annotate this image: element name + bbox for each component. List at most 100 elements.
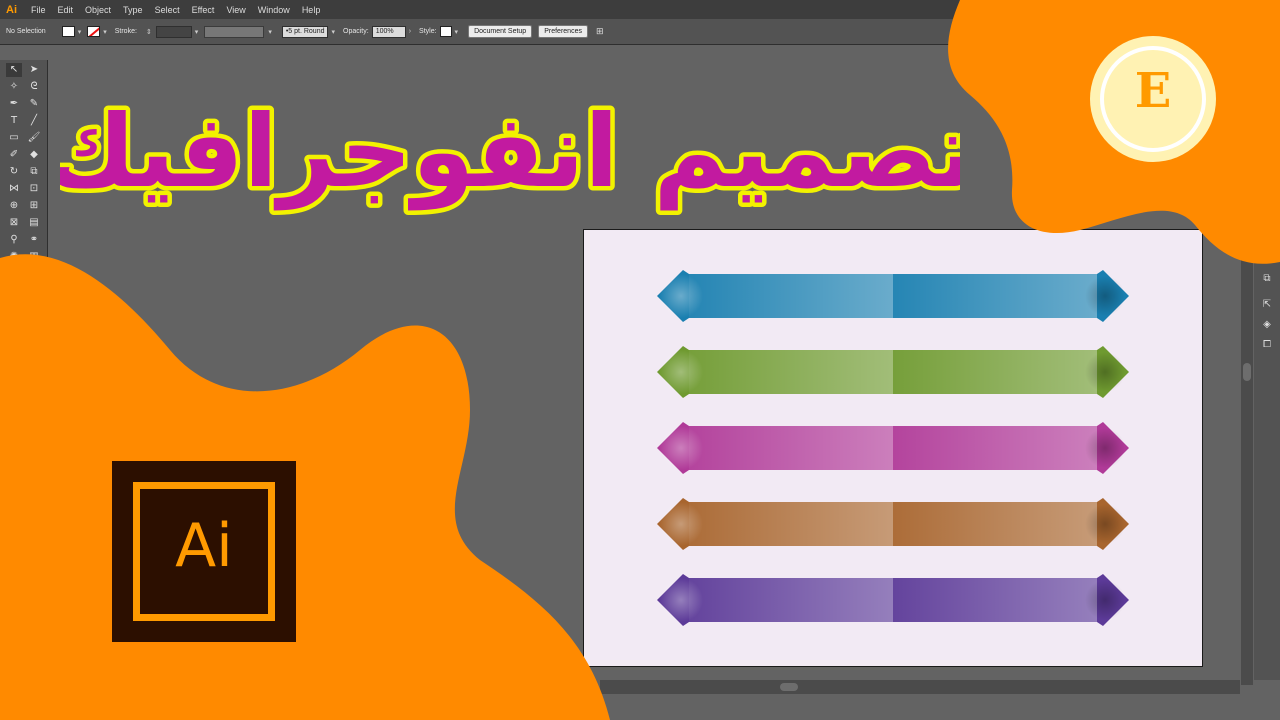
shaper-tool-icon[interactable]: ✐ — [6, 148, 22, 162]
ribbon-fade-left — [689, 274, 893, 318]
menu-view[interactable]: View — [220, 5, 251, 15]
orange-blob-left — [0, 254, 610, 720]
artboard[interactable] — [583, 229, 1203, 667]
title-art: تصميم انفوجرافيك — [60, 89, 960, 216]
brush-value: 5 pt. Round — [288, 28, 325, 35]
ribbon-fade-right — [893, 502, 1097, 546]
align-icon[interactable]: ⊞ — [596, 26, 604, 37]
ribbon-blue[interactable] — [657, 270, 1129, 322]
vertical-scrollbar[interactable] — [1241, 255, 1253, 685]
app-logo: Ai — [6, 3, 17, 16]
brand-letter: E — [1134, 63, 1172, 119]
ribbon-fade-right — [893, 426, 1097, 470]
fill-swatch[interactable]: ▾ — [61, 26, 82, 37]
type-tool-icon[interactable]: T — [6, 114, 22, 128]
width-tool-icon[interactable]: ⋈ — [6, 182, 22, 196]
ribbon-fade-right — [893, 274, 1097, 318]
menu-help[interactable]: Help — [296, 5, 327, 15]
properties-panel-icon[interactable]: ⧉ — [1260, 272, 1274, 286]
ribbon-left-glow — [659, 502, 703, 546]
stepper-icon: ⇕ — [145, 28, 152, 36]
stroke-weight-stepper[interactable]: ⇕ ▾ — [143, 25, 198, 38]
chevron-down-icon: ▾ — [77, 28, 82, 36]
illustrator-logo-frame: Ai — [133, 482, 275, 621]
graph-tool-icon[interactable]: ▥ — [26, 250, 42, 264]
selection-label: No Selection — [6, 28, 46, 35]
rotate-tool-icon[interactable]: ↻ — [6, 165, 22, 179]
selection-tool-icon[interactable]: ↖ — [6, 63, 22, 77]
variable-width-profile[interactable] — [204, 25, 265, 38]
artboards-panel-icon[interactable]: ⧠ — [1260, 338, 1274, 352]
free-transform-icon[interactable]: ⊡ — [26, 182, 42, 196]
export-panel-icon[interactable]: ⇱ — [1260, 298, 1274, 312]
line-tool-icon[interactable]: ╱ — [26, 114, 42, 128]
opacity-label: Opacity: — [343, 28, 369, 35]
horizontal-scroll-thumb[interactable] — [780, 683, 798, 691]
rectangle-tool-icon[interactable]: ▭ — [6, 131, 22, 145]
shape-builder-icon[interactable]: ⊕ — [6, 199, 22, 213]
chevron-down-icon: ▾ — [103, 28, 107, 36]
horizontal-scrollbar[interactable] — [600, 680, 1240, 694]
ribbon-left-glow — [659, 274, 703, 318]
illustrator-logo: Ai — [112, 461, 296, 642]
vertical-scroll-thumb[interactable] — [1243, 363, 1251, 381]
menu-file[interactable]: File — [25, 5, 52, 15]
ribbon-right-glow — [1085, 428, 1125, 468]
style-swatch[interactable] — [439, 26, 452, 37]
ribbon-magenta[interactable] — [657, 422, 1129, 474]
ribbon-brown[interactable] — [657, 498, 1129, 550]
preferences-button[interactable]: Preferences — [538, 25, 588, 38]
ribbons-canvas — [657, 270, 1129, 626]
ribbon-fade-left — [689, 502, 893, 546]
blend-tool-icon[interactable]: ⚭ — [26, 233, 42, 247]
direct-selection-tool-icon[interactable]: ➤ — [26, 63, 42, 77]
panels-dock: ⧉ ⇱ ◈ ⧠ — [1254, 260, 1280, 680]
menu-type[interactable]: Type — [117, 5, 149, 15]
brand-badge: E — [1090, 36, 1216, 162]
tools-panel: ↖ ➤ ✧ ᘓ ✒ ✎ T ╱ ▭ 🖌 ✐ ◆ ↻ ⧉ ⋈ ⊡ ⊕ ⊞ ⊠ ▤ … — [0, 60, 48, 270]
menu-effect[interactable]: Effect — [186, 5, 221, 15]
ribbon-fade-left — [689, 578, 893, 622]
menu-window[interactable]: Window — [252, 5, 296, 15]
ribbon-purple[interactable] — [657, 574, 1129, 626]
chevron-down-icon: ▾ — [454, 28, 459, 36]
paintbrush-icon[interactable]: 🖌 — [26, 131, 42, 145]
eyedropper-icon[interactable]: ⚲ — [6, 233, 22, 247]
opacity-field[interactable]: 100% — [371, 25, 406, 38]
layers-panel-icon[interactable]: ◈ — [1260, 318, 1274, 332]
menu-object[interactable]: Object — [79, 5, 117, 15]
stroke-swatch[interactable]: ▾ — [87, 26, 107, 37]
ribbon-fade-right — [893, 578, 1097, 622]
illustrator-logo-text: Ai — [175, 511, 233, 581]
ribbon-green[interactable] — [657, 346, 1129, 398]
eraser-icon[interactable]: ◆ — [26, 148, 42, 162]
document-setup-button[interactable]: Document Setup — [468, 25, 533, 38]
symbol-sprayer-icon[interactable]: ✺ — [6, 250, 22, 264]
gradient-tool-icon[interactable]: ▤ — [26, 216, 42, 230]
style-label: Style: — [419, 28, 437, 35]
chevron-right-icon[interactable]: › — [409, 28, 411, 35]
chevron-down-icon: ▾ — [268, 28, 272, 36]
perspective-grid-icon[interactable]: ⊞ — [26, 199, 42, 213]
ribbon-right-glow — [1085, 352, 1125, 392]
brush-definition[interactable]: • 5 pt. Round — [281, 25, 329, 38]
menu-select[interactable]: Select — [149, 5, 186, 15]
lasso-icon[interactable]: ᘓ — [26, 80, 42, 94]
ribbon-right-glow — [1085, 504, 1125, 544]
ribbon-left-glow — [659, 578, 703, 622]
menu-bar: Ai File Edit Object Type Select Effect V… — [0, 0, 1280, 19]
ribbon-fade-right — [893, 350, 1097, 394]
control-bar: No Selection ▾ ▾ Stroke: ⇕ ▾ ▾ • 5 pt. Ro… — [0, 19, 1280, 45]
ribbon-left-glow — [659, 426, 703, 470]
chevron-down-icon: ▾ — [331, 28, 335, 36]
mesh-tool-icon[interactable]: ⊠ — [6, 216, 22, 230]
stroke-label: Stroke: — [114, 28, 137, 35]
magic-wand-icon[interactable]: ✧ — [6, 80, 22, 94]
scale-tool-icon[interactable]: ⧉ — [26, 165, 42, 179]
ribbon-fade-left — [689, 350, 893, 394]
menu-edit[interactable]: Edit — [52, 5, 80, 15]
pen-tool-icon[interactable]: ✒ — [6, 97, 22, 111]
curvature-tool-icon[interactable]: ✎ — [26, 97, 42, 111]
infographic-title: تصميم انفوجرافيك — [60, 93, 960, 211]
ribbon-right-glow — [1085, 276, 1125, 316]
